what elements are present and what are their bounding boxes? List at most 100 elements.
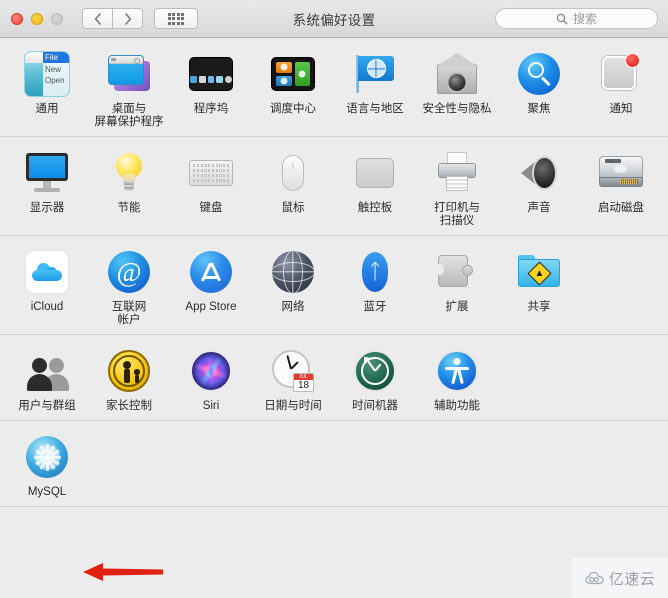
pref-label: 扩展 — [445, 301, 469, 313]
pref-label: 节能 — [117, 202, 141, 214]
trackpad-icon — [351, 149, 399, 197]
pref-label: 共享 — [527, 301, 551, 313]
pref-label: 桌面与 屏幕保护程序 — [94, 103, 164, 128]
pref-item-app-store[interactable]: App Store — [170, 245, 252, 327]
pref-item-dock[interactable]: 程序坞 — [170, 47, 252, 129]
watermark: 亿速云 — [572, 558, 668, 598]
pref-label: 通知 — [609, 103, 633, 115]
zoom-button — [51, 12, 63, 25]
keyboard-icon — [187, 149, 235, 197]
back-button[interactable] — [82, 8, 113, 29]
close-button[interactable] — [11, 12, 23, 25]
search-field[interactable]: 搜索 — [495, 8, 658, 29]
date-time-icon: JUL 18 — [269, 347, 317, 395]
pref-label: 互联网 帐户 — [111, 301, 147, 326]
language-region-icon — [351, 50, 399, 98]
pref-item-extensions[interactable]: 扩展 — [416, 245, 498, 327]
pref-item-mouse[interactable]: 鼠标 — [252, 146, 334, 228]
pref-item-language-region[interactable]: 语言与地区 — [334, 47, 416, 129]
preferences-row-hardware: 显示器 节能 键盘 鼠标 触控板 打印机与 扫描仪 声音 启动磁盘 — [0, 137, 668, 236]
pref-item-users-groups[interactable]: 用户与群组 — [6, 344, 88, 413]
pref-label: 蓝牙 — [363, 301, 387, 313]
traffic-lights — [11, 12, 63, 25]
pref-label: 显示器 — [29, 202, 65, 214]
window-titlebar: 系统偏好设置 搜索 — [0, 0, 668, 38]
pref-item-icloud[interactable]: iCloud — [6, 245, 88, 327]
pref-label: 声音 — [527, 202, 551, 214]
preferences-row-third-party: MySQL — [0, 421, 668, 507]
bluetooth-icon: ᛏ — [351, 248, 399, 296]
pref-label: 辅助功能 — [434, 400, 480, 412]
pref-item-displays[interactable]: 显示器 — [6, 146, 88, 228]
general-icon-menu-item-open: Open — [45, 76, 65, 85]
pref-label: iCloud — [30, 301, 64, 313]
navigation-buttons — [82, 8, 143, 29]
pref-item-sound[interactable]: 声音 — [498, 146, 580, 228]
pref-item-siri[interactable]: Siri — [170, 344, 252, 413]
printers-scanners-icon — [433, 149, 481, 197]
icloud-icon — [23, 248, 71, 296]
pref-label: 日期与时间 — [264, 400, 322, 412]
pref-label: 程序坞 — [193, 103, 229, 115]
calendar-day: 18 — [297, 380, 310, 391]
general-icon: File New Open — [23, 50, 71, 98]
extensions-icon — [433, 248, 481, 296]
pref-item-startup-disk[interactable]: 启动磁盘 — [580, 146, 662, 228]
forward-button[interactable] — [112, 8, 143, 29]
search-placeholder: 搜索 — [572, 12, 597, 26]
pref-item-security-privacy[interactable]: 安全性与隐私 — [416, 47, 498, 129]
mission-control-icon — [269, 50, 317, 98]
startup-disk-icon — [597, 149, 645, 197]
pref-item-sharing[interactable]: ▲ 共享 — [498, 245, 580, 327]
pref-item-desktop-screensaver[interactable]: 桌面与 屏幕保护程序 — [88, 47, 170, 129]
desktop-screensaver-icon — [105, 50, 153, 98]
notifications-icon — [597, 50, 645, 98]
pref-item-spotlight[interactable]: 聚焦 — [498, 47, 580, 129]
accessibility-icon — [433, 347, 481, 395]
pref-item-date-time[interactable]: JUL 18 日期与时间 — [252, 344, 334, 413]
pref-item-energy-saver[interactable]: 节能 — [88, 146, 170, 228]
pref-item-time-machine[interactable]: 时间机器 — [334, 344, 416, 413]
internet-accounts-icon: @ — [105, 248, 153, 296]
preferences-grid: File New Open 通用 桌面与 屏幕保护程序 程序坞 调度中心 语言与… — [0, 38, 668, 598]
pref-item-general[interactable]: File New Open 通用 — [6, 47, 88, 129]
pref-item-mysql[interactable]: MySQL — [6, 430, 88, 499]
pref-item-trackpad[interactable]: 触控板 — [334, 146, 416, 228]
time-machine-icon — [351, 347, 399, 395]
preferences-row-system: 用户与群组 家长控制 Siri JUL 18 日期与时间 时间机器 辅助功能 — [0, 335, 668, 421]
pref-item-bluetooth[interactable]: ᛏ 蓝牙 — [334, 245, 416, 327]
pref-item-notifications[interactable]: 通知 — [580, 47, 662, 129]
preferences-row-internet: iCloud @ 互联网 帐户 App Store 网络 ᛏ 蓝牙 扩展 ▲ 共… — [0, 236, 668, 335]
grid-icon — [167, 12, 185, 25]
network-icon — [269, 248, 317, 296]
displays-icon — [23, 149, 71, 197]
minimize-button[interactable] — [31, 12, 43, 25]
pref-label: 网络 — [281, 301, 305, 313]
preferences-row-personal: File New Open 通用 桌面与 屏幕保护程序 程序坞 调度中心 语言与… — [0, 38, 668, 137]
pref-label: 语言与地区 — [346, 103, 404, 115]
pref-item-accessibility[interactable]: 辅助功能 — [416, 344, 498, 413]
pref-item-internet-accounts[interactable]: @ 互联网 帐户 — [88, 245, 170, 327]
sound-icon — [515, 149, 563, 197]
pref-label: 时间机器 — [352, 400, 398, 412]
security-privacy-icon — [433, 50, 481, 98]
pref-label: 用户与群组 — [18, 400, 76, 412]
app-store-icon — [187, 248, 235, 296]
pref-label: 启动磁盘 — [598, 202, 644, 214]
pref-item-network[interactable]: 网络 — [252, 245, 334, 327]
show-all-button[interactable] — [154, 8, 198, 29]
system-preferences-window: 系统偏好设置 搜索 File New Open 通用 桌面与 屏幕保护程序 程序… — [0, 0, 668, 598]
mouse-icon — [269, 149, 317, 197]
spotlight-icon — [515, 50, 563, 98]
pref-label: 通用 — [35, 103, 59, 115]
pref-label: App Store — [185, 301, 237, 313]
pref-label: 鼠标 — [281, 202, 305, 214]
cloud-icon — [585, 571, 604, 585]
siri-icon — [187, 347, 235, 395]
pref-item-mission-control[interactable]: 调度中心 — [252, 47, 334, 129]
pref-item-parental-controls[interactable]: 家长控制 — [88, 344, 170, 413]
pref-item-keyboard[interactable]: 键盘 — [170, 146, 252, 228]
search-icon — [556, 13, 568, 25]
pref-item-printers-scanners[interactable]: 打印机与 扫描仪 — [416, 146, 498, 228]
pref-label: 家长控制 — [106, 400, 152, 412]
